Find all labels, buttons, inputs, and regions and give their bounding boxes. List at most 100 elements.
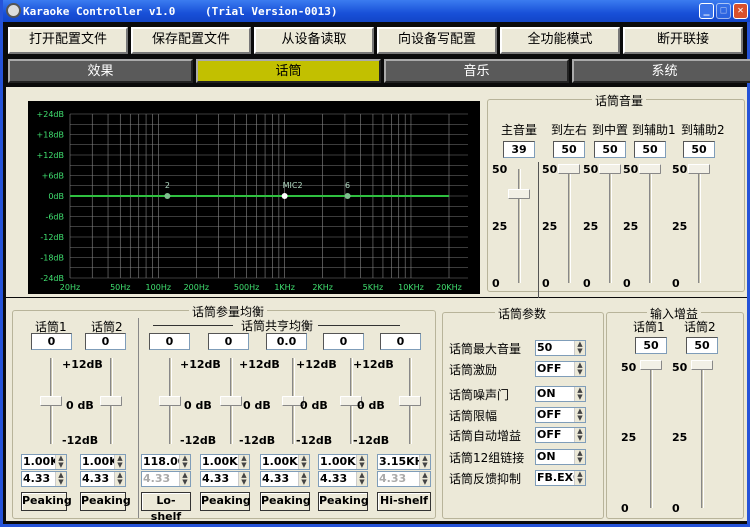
scale-label: 25	[623, 220, 639, 233]
eq-gain-value[interactable]: 0	[85, 333, 126, 350]
tab-1[interactable]: 话筒	[196, 59, 381, 83]
volume-value[interactable]: 50	[634, 141, 666, 158]
spin-arrows[interactable]: ▲ ▼	[356, 455, 367, 469]
toolbar-button[interactable]: 全功能模式	[500, 27, 620, 54]
volume-slider-thumb[interactable]	[688, 164, 710, 174]
toolbar-button[interactable]: 从设备读取	[254, 27, 374, 54]
scale-label: 50	[623, 163, 639, 176]
param-spinner[interactable]: ON ▲ ▼	[535, 449, 586, 465]
spin-arrows[interactable]: ▲ ▼	[574, 341, 585, 355]
eq-gain-value[interactable]: 0.0	[266, 333, 307, 350]
eq-gain-value[interactable]: 0	[208, 333, 249, 350]
tab-2[interactable]: 音乐	[384, 59, 569, 83]
scale-label: 50	[542, 163, 558, 176]
spin-arrows[interactable]: ▲ ▼	[419, 455, 430, 469]
eq-freq-spinner[interactable]: 1.00KHz▲ ▼	[200, 454, 250, 470]
spin-arrows[interactable]: ▲ ▼	[298, 472, 309, 486]
input-gain-slider-thumb[interactable]	[640, 360, 662, 370]
gain-scale-label: 50	[621, 361, 637, 374]
toolbar-button[interactable]: 断开联接	[623, 27, 743, 54]
window-title: Karaoke Controller v1.0	[23, 5, 176, 18]
close-button[interactable]: ✕	[733, 3, 748, 19]
spin-arrows[interactable]: ▲ ▼	[574, 428, 585, 442]
x-tick-label: 200Hz	[184, 283, 209, 292]
param-spinner[interactable]: ON ▲ ▼	[535, 386, 586, 402]
tab-0[interactable]: 效果	[8, 59, 193, 83]
eq-freq-spinner[interactable]: 1.00KHz▲ ▼	[318, 454, 368, 470]
eq-gain-value[interactable]: 0	[31, 333, 72, 350]
param-spinner[interactable]: FB.EX0 ▲ ▼	[535, 470, 586, 486]
eq-gain-slider-thumb[interactable]	[40, 396, 62, 406]
volume-slider-track	[518, 169, 521, 283]
spin-arrows[interactable]: ▲ ▼	[574, 471, 585, 485]
eq-freq-spinner[interactable]: 3.15KHz ▲ ▼	[377, 454, 431, 470]
spin-arrows[interactable]: ▲ ▼	[238, 455, 249, 469]
eq-q-spinner[interactable]: 4.33 ▲ ▼	[200, 471, 250, 487]
volume-value[interactable]: 50	[594, 141, 626, 158]
spin-arrows[interactable]: ▲ ▼	[114, 455, 125, 469]
spin-arrows[interactable]: ▲ ▼	[298, 455, 309, 469]
eq-freq-spinner[interactable]: 118.00H ▲ ▼	[141, 454, 191, 470]
eq-q-spinner[interactable]: 4.33 ▲ ▼	[80, 471, 126, 487]
toolbar-button[interactable]: 保存配置文件	[131, 27, 251, 54]
spin-arrows[interactable]: ▲ ▼	[356, 472, 367, 486]
spin-arrows[interactable]: ▲ ▼	[238, 472, 249, 486]
eq-q-spinner[interactable]: 4.33 ▲ ▼	[318, 471, 368, 487]
spin-arrows[interactable]: ▲ ▼	[179, 455, 190, 469]
toolbar-button[interactable]: 打开配置文件	[8, 27, 128, 54]
volume-slider-thumb[interactable]	[508, 189, 530, 200]
eq-freq-spinner[interactable]: 1.00KHz▲ ▼	[21, 454, 67, 470]
tab-3[interactable]: 系统	[572, 59, 750, 83]
spin-arrows[interactable]: ▲ ▼	[55, 472, 66, 486]
volume-value[interactable]: 50	[683, 141, 715, 158]
x-tick-label: 2KHz	[312, 283, 333, 292]
spin-arrows[interactable]: ▲ ▼	[574, 408, 585, 422]
param-value: ON	[537, 387, 556, 400]
input-gain-slider-thumb[interactable]	[691, 360, 713, 370]
spin-arrows[interactable]: ▲ ▼	[419, 472, 430, 486]
param-spinner[interactable]: OFF ▲ ▼	[535, 407, 586, 423]
spin-arrows[interactable]: ▲ ▼	[179, 472, 190, 486]
volume-value[interactable]: 50	[553, 141, 585, 158]
eq-type-button[interactable]: Hi-shelf	[377, 492, 431, 511]
eq-gain-value[interactable]: 0	[323, 333, 364, 350]
maximize-button[interactable]: □	[716, 3, 731, 19]
param-spinner[interactable]: 50 ▲ ▼	[535, 340, 586, 356]
spin-arrows[interactable]: ▲ ▼	[55, 455, 66, 469]
eq-gain-slider-thumb[interactable]	[100, 396, 122, 406]
eq-type-button[interactable]: Lo-shelf	[141, 492, 191, 523]
volume-slider-thumb[interactable]	[639, 164, 661, 174]
eq-gain-slider-thumb[interactable]	[220, 396, 242, 406]
eq-type-button[interactable]: Peaking	[200, 492, 251, 511]
eq-q-spinner[interactable]: 4.33 ▲ ▼	[260, 471, 310, 487]
spin-arrows[interactable]: ▲ ▼	[574, 362, 585, 376]
eq-gain-value[interactable]: 0	[149, 333, 190, 350]
eq-scale-label: 0 dB	[184, 399, 212, 412]
eq-type-button[interactable]: Peaking	[21, 492, 72, 511]
eq-q-spinner[interactable]: 4.33 ▲ ▼	[21, 471, 67, 487]
spin-arrows[interactable]: ▲ ▼	[114, 472, 125, 486]
eq-freq-spinner[interactable]: 1.00KHz▲ ▼	[80, 454, 126, 470]
spin-arrows[interactable]: ▲ ▼	[574, 387, 585, 401]
gain-scale-label: 25	[672, 431, 688, 444]
param-spinner[interactable]: OFF ▲ ▼	[535, 427, 586, 443]
volume-slider-thumb[interactable]	[599, 164, 621, 174]
eq-type-button[interactable]: Peaking	[80, 492, 131, 511]
eq-type-button[interactable]: Peaking	[318, 492, 369, 511]
eq-freq-spinner[interactable]: 1.00KHz▲ ▼	[260, 454, 310, 470]
eq-gain-slider-thumb[interactable]	[399, 396, 421, 406]
volume-value[interactable]: 39	[503, 141, 535, 158]
volume-slider-thumb[interactable]	[558, 164, 580, 174]
eq-point	[344, 193, 351, 199]
minimize-button[interactable]: _	[699, 3, 714, 19]
eq-type-button[interactable]: Peaking	[260, 492, 311, 511]
gain-value[interactable]: 50	[635, 337, 667, 354]
gain-value[interactable]: 50	[686, 337, 718, 354]
toolbar-button[interactable]: 向设备写配置	[377, 27, 497, 54]
scale-label: 0	[542, 277, 550, 290]
eq-gain-value[interactable]: 0	[380, 333, 421, 350]
eq-response-graph[interactable]: +24dB +18dB +12dB +6dB 0dB -6dB -12dB -18dB -24d…	[28, 101, 480, 294]
eq-gain-slider-thumb[interactable]	[159, 396, 181, 406]
param-spinner[interactable]: OFF ▲ ▼	[535, 361, 586, 377]
spin-arrows[interactable]: ▲ ▼	[574, 450, 585, 464]
